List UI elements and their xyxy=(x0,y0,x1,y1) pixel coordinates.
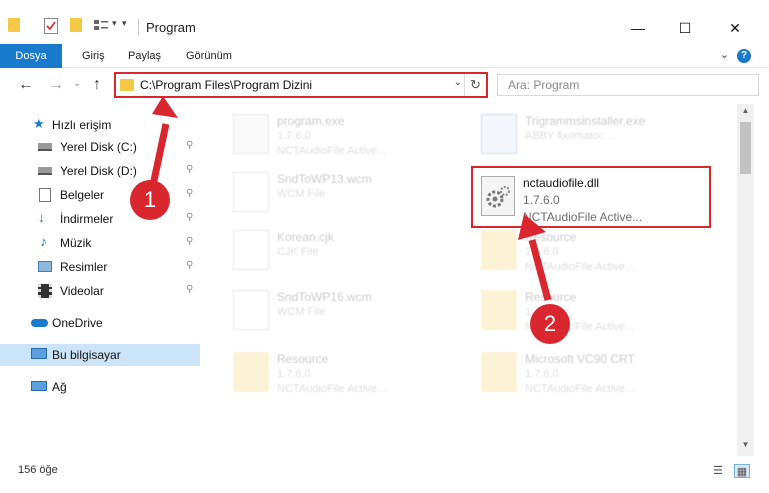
sidebar-item-this-pc[interactable]: Bu bilgisayar xyxy=(0,344,200,366)
computer-icon xyxy=(31,348,47,359)
new-folder-icon[interactable] xyxy=(70,18,82,32)
folder-icon[interactable] xyxy=(8,18,20,32)
search-input[interactable]: Ara: Program xyxy=(497,74,759,96)
folder-icon xyxy=(120,79,134,91)
address-dropdown-icon[interactable]: ⌄ xyxy=(454,77,462,88)
file-icon xyxy=(233,172,269,212)
file-item[interactable]: program.exe 1.7.6.0 NCTAudioFile Active.… xyxy=(209,108,449,164)
file-icon xyxy=(233,230,269,270)
forward-arrow-icon[interactable]: → xyxy=(48,76,64,94)
properties-icon[interactable] xyxy=(44,18,58,34)
file-item[interactable]: Korean.cjk CJK File xyxy=(209,224,449,280)
item-count: 156 öğe xyxy=(18,464,58,476)
music-icon: ♪ xyxy=(40,233,47,249)
exe-icon xyxy=(233,114,269,154)
target-file-item[interactable]: nctaudiofile.dll 1.7.6.0 NCTAudioFile Ac… xyxy=(471,166,711,228)
sidebar-item-videos[interactable]: Videolar ⚲ xyxy=(0,280,200,302)
star-icon: ★ xyxy=(33,116,45,131)
up-arrow-icon[interactable]: ↑ xyxy=(93,76,101,94)
title-separator xyxy=(138,19,139,35)
close-button[interactable]: ✕ xyxy=(712,16,758,40)
file-item[interactable]: Resource 1.7.6.0 NCTAudioFile Active... xyxy=(457,224,697,280)
pin-icon[interactable]: ⚲ xyxy=(186,164,193,175)
maximize-button[interactable]: ☐ xyxy=(662,16,708,40)
sidebar-item-pictures[interactable]: Resimler ⚲ xyxy=(0,256,200,278)
details-view-icon[interactable]: ☰ xyxy=(710,464,726,478)
folder-file-icon xyxy=(481,230,517,270)
qat-customize-icon[interactable]: ▾ xyxy=(122,18,136,34)
sidebar-item-quick-access[interactable]: ★ Hızlı erişim xyxy=(0,114,200,136)
pin-icon[interactable]: ⚲ xyxy=(186,260,193,271)
sidebar-item-music[interactable]: ♪ Müzik ⚲ xyxy=(0,232,200,254)
navigation-bar: ← → ⌄ ↑ C:\Program Files\Program Dizini … xyxy=(0,68,769,104)
file-item[interactable]: Trigrammsinstaller.exe ABBY fixomatoc ..… xyxy=(457,108,697,164)
refresh-icon[interactable]: ↻ xyxy=(464,74,486,96)
sidebar-item-network[interactable]: Ağ xyxy=(0,376,200,398)
dll-gear-icon xyxy=(481,176,515,216)
sidebar-item-disk-d[interactable]: Yerel Disk (D:) ⚲ xyxy=(0,160,200,182)
sidebar-item-onedrive[interactable]: OneDrive xyxy=(0,312,200,334)
search-placeholder: Ara: Program xyxy=(508,78,580,92)
videos-icon xyxy=(38,284,52,298)
downloads-icon: ↓ xyxy=(38,209,45,225)
documents-icon xyxy=(39,188,51,202)
tab-home[interactable]: Giriş xyxy=(72,44,115,68)
large-icons-view-icon[interactable]: ▦ xyxy=(734,464,750,478)
pin-icon[interactable]: ⚲ xyxy=(186,140,193,151)
help-icon[interactable]: ? xyxy=(737,49,751,63)
tab-view[interactable]: Görünüm xyxy=(176,44,242,68)
title-bar: ▾ ▾ Program — ☐ ✕ xyxy=(0,0,769,44)
pin-icon[interactable]: ⚲ xyxy=(186,236,193,247)
address-bar[interactable]: C:\Program Files\Program Dizini ⌄ ↻ xyxy=(114,72,488,98)
drive-icon xyxy=(38,143,52,151)
pin-icon[interactable]: ⚲ xyxy=(186,212,193,223)
address-path[interactable]: C:\Program Files\Program Dizini xyxy=(140,78,312,92)
step-1-badge: 1 xyxy=(130,180,170,220)
scroll-down-icon[interactable]: ▼ xyxy=(737,440,754,454)
tab-share[interactable]: Paylaş xyxy=(118,44,171,68)
vertical-scrollbar[interactable]: ▲ ▼ xyxy=(737,104,754,456)
sidebar-item-downloads[interactable]: ↓ İndirmeler ⚲ xyxy=(0,208,200,230)
sidebar-item-disk-c[interactable]: Yerel Disk (C:) ⚲ xyxy=(0,136,200,158)
pin-icon[interactable]: ⚲ xyxy=(186,188,193,199)
file-item[interactable]: Microsoft VC90 CRT 1.7.6.0 NCTAudioFile … xyxy=(457,346,697,402)
cloud-icon xyxy=(31,319,48,327)
folder-file-icon xyxy=(481,290,517,330)
file-item[interactable]: Resource 1.7.6.0 NCTAudioFile Active... xyxy=(209,346,449,402)
file-item[interactable]: SndToWP16.wcm WCM File xyxy=(209,284,449,340)
ribbon-expand-icon[interactable]: ⌄ xyxy=(720,48,729,61)
minimize-button[interactable]: — xyxy=(615,16,661,40)
scroll-thumb[interactable] xyxy=(740,122,751,174)
status-bar: 156 öğe ☰ ▦ xyxy=(0,456,769,493)
file-item[interactable]: SndToWP13.wcm WCM File xyxy=(209,166,449,222)
pin-icon[interactable]: ⚲ xyxy=(186,284,193,295)
file-item[interactable]: Resource 1.7.6.0 NCTAudioFile Active... xyxy=(457,284,697,340)
pictures-icon xyxy=(38,261,52,272)
navigation-pane: ★ Hızlı erişim Yerel Disk (C:) ⚲ Yerel D… xyxy=(0,104,205,456)
network-icon xyxy=(31,381,47,391)
sidebar-item-documents[interactable]: Belgeler ⚲ xyxy=(0,184,200,206)
step-2-badge: 2 xyxy=(530,304,570,344)
drive-icon xyxy=(38,167,52,175)
file-list: program.exe 1.7.6.0 NCTAudioFile Active.… xyxy=(205,104,737,456)
window-title: Program xyxy=(146,20,196,35)
installer-icon xyxy=(481,114,517,154)
ribbon-tabs: Dosya Giriş Paylaş Görünüm ⌄ ? xyxy=(0,44,769,68)
tab-file[interactable]: Dosya xyxy=(0,44,62,68)
folder-file-icon xyxy=(481,352,517,392)
view-options-icon[interactable] xyxy=(93,18,109,34)
folder-file-icon xyxy=(233,352,269,392)
back-arrow-icon[interactable]: ← xyxy=(18,76,34,94)
scroll-up-icon[interactable]: ▲ xyxy=(737,106,754,120)
file-icon xyxy=(233,290,269,330)
recent-locations-icon[interactable]: ⌄ xyxy=(73,78,81,89)
